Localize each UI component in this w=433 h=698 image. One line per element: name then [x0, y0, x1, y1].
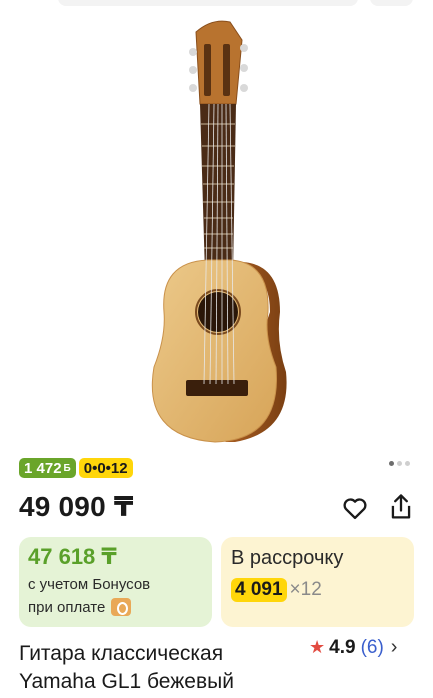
installment-card[interactable]: В рассрочку 4 091 ×12: [221, 537, 414, 627]
star-icon: ★: [309, 637, 326, 657]
rating-score: 4.9: [329, 636, 356, 658]
heart-outline-icon[interactable]: [341, 494, 369, 522]
bonus-badge-currency: Б: [63, 462, 71, 474]
installment-multiplier: ×12: [289, 579, 322, 600]
product-price: 49 090 ₸: [19, 491, 134, 522]
image-pagination-dots[interactable]: [389, 461, 410, 466]
installment-badge: 0•0•12: [78, 458, 133, 478]
product-image[interactable]: [130, 12, 310, 452]
wallet-icon: [111, 598, 132, 616]
share-icon[interactable]: [387, 492, 415, 522]
installment-row: 4 091 ×12: [231, 578, 322, 602]
chevron-right-icon[interactable]: ›: [391, 636, 398, 659]
bonus-payment-note: при оплате: [28, 598, 132, 616]
bonus-note: с учетом Бонусов: [28, 576, 151, 593]
product-rating[interactable]: ★ 4.9 (6) ›: [309, 636, 397, 659]
bonus-badge: 1 472 Б: [19, 458, 76, 478]
installment-title: В рассрочку: [231, 547, 344, 569]
bonus-payment-text: при оплате: [28, 598, 106, 616]
top-bar-edge-right: [370, 0, 413, 6]
bonus-price-card[interactable]: 47 618 ₸ с учетом Бонусов при оплате: [19, 537, 212, 627]
promo-badges: 1 472 Б 0•0•12: [19, 458, 133, 478]
bonus-price: 47 618 ₸: [28, 544, 117, 569]
pagination-dot-active[interactable]: [389, 461, 394, 466]
bonus-badge-value: 1 472: [24, 459, 62, 477]
review-count[interactable]: (6): [361, 637, 384, 659]
pagination-dot[interactable]: [397, 461, 402, 466]
installment-amount: 4 091: [231, 578, 287, 602]
top-toolbar-fragment: [0, 0, 433, 8]
pagination-dot[interactable]: [405, 461, 410, 466]
product-title: Гитара классическая Yamaha GL1 бежевый: [19, 642, 234, 693]
top-bar-edge: [58, 0, 358, 6]
